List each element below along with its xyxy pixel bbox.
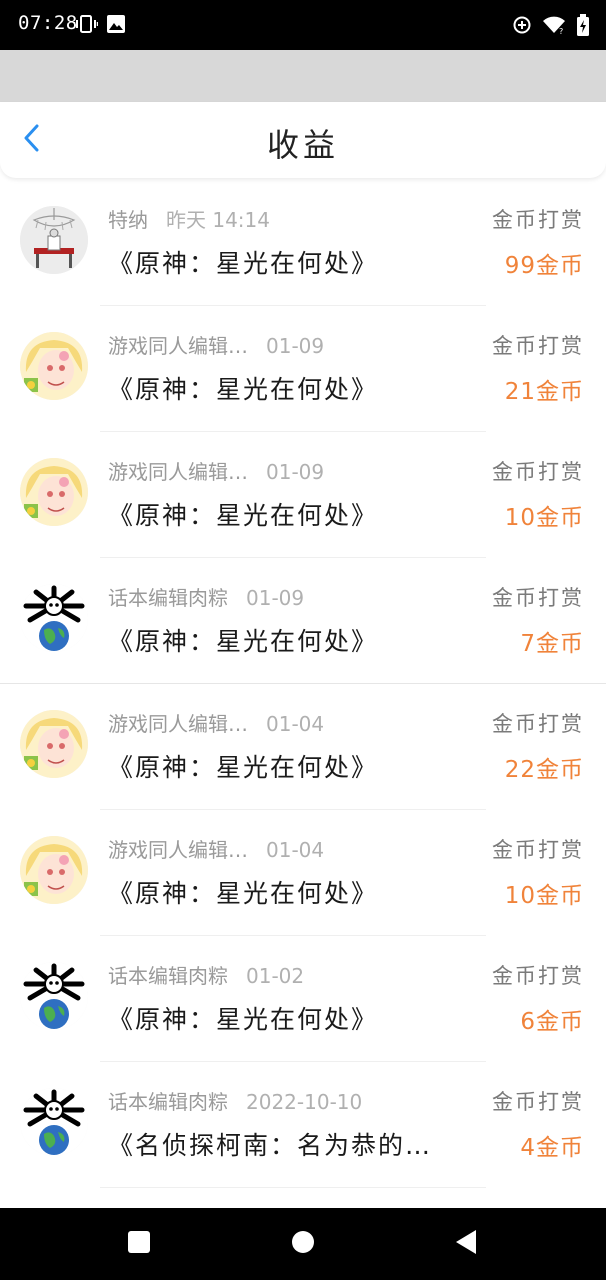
row-type: 金币打赏 bbox=[492, 712, 584, 736]
row-meta: 话本编辑肉粽 01-09 bbox=[108, 582, 304, 611]
income-row[interactable]: 话本编辑肉粽 2022-10-10 《名侦探柯南：名为恭的… 金币打赏 4金币 bbox=[0, 1062, 606, 1188]
back-nav-button[interactable] bbox=[452, 1230, 480, 1258]
home-button[interactable] bbox=[289, 1230, 317, 1258]
row-amount: 7金币 bbox=[520, 631, 584, 657]
row-meta: 话本编辑肉粽 01-02 bbox=[108, 960, 304, 989]
row-time: 2022-10-10 bbox=[246, 1090, 363, 1114]
row-user: 游戏同人编辑… bbox=[108, 334, 248, 358]
row-time: 昨天 14:14 bbox=[166, 208, 270, 232]
row-user: 游戏同人编辑… bbox=[108, 712, 248, 736]
status-left-icons bbox=[73, 14, 126, 38]
vibrate-icon bbox=[73, 14, 99, 38]
header: 收益 bbox=[0, 102, 606, 178]
row-meta: 游戏同人编辑… 01-09 bbox=[108, 456, 324, 485]
avatar-earth-panda bbox=[20, 1088, 88, 1156]
row-time: 01-09 bbox=[266, 460, 325, 484]
row-time: 01-09 bbox=[246, 586, 305, 610]
row-amount: 99金币 bbox=[504, 253, 584, 279]
row-meta: 游戏同人编辑… 01-04 bbox=[108, 708, 324, 737]
row-time: 01-04 bbox=[266, 712, 325, 736]
row-user: 特纳 bbox=[108, 208, 148, 232]
row-type: 金币打赏 bbox=[492, 334, 584, 358]
row-user: 游戏同人编辑… bbox=[108, 838, 248, 862]
back-triangle-icon bbox=[454, 1229, 478, 1259]
system-nav-bar bbox=[0, 1208, 606, 1280]
status-time: 07:28 bbox=[18, 12, 78, 34]
row-type: 金币打赏 bbox=[492, 964, 584, 988]
income-row[interactable]: 游戏同人编辑… 01-09 《原神：星光在何处》 金币打赏 21金币 bbox=[0, 306, 606, 432]
row-time: 01-09 bbox=[266, 334, 325, 358]
avatar-earth-panda bbox=[20, 584, 88, 652]
row-meta: 游戏同人编辑… 01-09 bbox=[108, 330, 324, 359]
avatar-anime-girl bbox=[20, 332, 88, 400]
row-work-title: 《名侦探柯南：名为恭的… bbox=[108, 1131, 433, 1160]
income-list: 特纳 昨天 14:14 《原神：星光在何处》 金币打赏 99金币 游戏同人编辑…… bbox=[0, 180, 606, 1188]
row-work-title: 《原神：星光在何处》 bbox=[108, 753, 379, 782]
row-work-title: 《原神：星光在何处》 bbox=[108, 879, 379, 908]
row-type: 金币打赏 bbox=[492, 838, 584, 862]
row-amount: 22金币 bbox=[504, 757, 584, 783]
row-user: 话本编辑肉粽 bbox=[108, 964, 228, 988]
battery-icon bbox=[576, 14, 590, 40]
row-type: 金币打赏 bbox=[492, 1090, 584, 1114]
row-amount: 4金币 bbox=[520, 1135, 584, 1161]
page-title: 收益 bbox=[266, 126, 339, 164]
row-user: 话本编辑肉粽 bbox=[108, 1090, 228, 1114]
status-bar: 07:28 ? bbox=[0, 0, 606, 50]
data-saver-icon bbox=[512, 15, 532, 39]
row-user: 游戏同人编辑… bbox=[108, 460, 248, 484]
row-time: 01-02 bbox=[246, 964, 305, 988]
row-divider bbox=[100, 1187, 486, 1188]
avatar-chandelier bbox=[20, 206, 88, 274]
recents-button[interactable] bbox=[125, 1230, 153, 1258]
income-row[interactable]: 游戏同人编辑… 01-04 《原神：星光在何处》 金币打赏 22金币 bbox=[0, 684, 606, 810]
home-icon bbox=[291, 1230, 315, 1258]
row-work-title: 《原神：星光在何处》 bbox=[108, 375, 379, 404]
row-amount: 10金币 bbox=[504, 505, 584, 531]
svg-text:?: ? bbox=[559, 27, 563, 35]
income-row[interactable]: 话本编辑肉粽 01-02 《原神：星光在何处》 金币打赏 6金币 bbox=[0, 936, 606, 1062]
row-work-title: 《原神：星光在何处》 bbox=[108, 249, 379, 278]
income-row[interactable]: 特纳 昨天 14:14 《原神：星光在何处》 金币打赏 99金币 bbox=[0, 180, 606, 306]
wifi-icon: ? bbox=[542, 15, 566, 39]
income-row[interactable]: 话本编辑肉粽 01-09 《原神：星光在何处》 金币打赏 7金币 bbox=[0, 558, 606, 684]
row-work-title: 《原神：星光在何处》 bbox=[108, 1005, 379, 1034]
status-right-icons: ? bbox=[512, 14, 590, 40]
row-type: 金币打赏 bbox=[492, 460, 584, 484]
row-amount: 21金币 bbox=[504, 379, 584, 405]
row-meta: 话本编辑肉粽 2022-10-10 bbox=[108, 1086, 362, 1115]
row-meta: 游戏同人编辑… 01-04 bbox=[108, 834, 324, 863]
row-type: 金币打赏 bbox=[492, 586, 584, 610]
income-row[interactable]: 游戏同人编辑… 01-04 《原神：星光在何处》 金币打赏 10金币 bbox=[0, 810, 606, 936]
row-amount: 6金币 bbox=[520, 1009, 584, 1035]
avatar-anime-girl bbox=[20, 458, 88, 526]
income-row[interactable]: 游戏同人编辑… 01-09 《原神：星光在何处》 金币打赏 10金币 bbox=[0, 432, 606, 558]
row-user: 话本编辑肉粽 bbox=[108, 586, 228, 610]
screen: 07:28 ? 收益 特纳 昨天 14:14 《原神：星光在何处》 金币打赏 9… bbox=[0, 0, 606, 1280]
image-icon bbox=[106, 14, 126, 38]
row-type: 金币打赏 bbox=[492, 208, 584, 232]
avatar-earth-panda bbox=[20, 962, 88, 1030]
row-work-title: 《原神：星光在何处》 bbox=[108, 501, 379, 530]
row-amount: 10金币 bbox=[504, 883, 584, 909]
top-gray-band bbox=[0, 50, 606, 102]
recents-icon bbox=[127, 1230, 151, 1258]
row-work-title: 《原神：星光在何处》 bbox=[108, 627, 379, 656]
row-meta: 特纳 昨天 14:14 bbox=[108, 204, 270, 233]
row-time: 01-04 bbox=[266, 838, 325, 862]
avatar-anime-girl bbox=[20, 710, 88, 778]
avatar-anime-girl bbox=[20, 836, 88, 904]
